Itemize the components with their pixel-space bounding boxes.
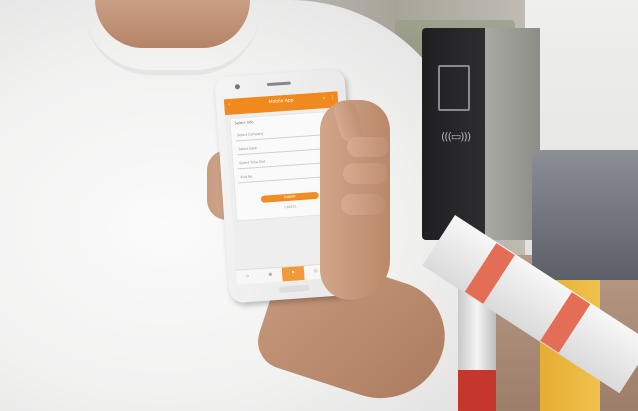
card-title: Select Info bbox=[234, 120, 254, 126]
home-button bbox=[279, 284, 310, 293]
submit-button[interactable]: SUBMIT bbox=[260, 191, 319, 203]
app-title: Mobile App bbox=[268, 98, 294, 106]
barrier-red-stripe bbox=[464, 243, 515, 304]
menu-icon[interactable]: ⋮ bbox=[330, 94, 336, 100]
barrier-post-red-band bbox=[458, 370, 496, 411]
tab-home[interactable]: ⌂ bbox=[236, 269, 260, 285]
search-icon[interactable]: ⌕ bbox=[323, 95, 329, 101]
field-label: Select Gate bbox=[238, 146, 257, 152]
cancel-link[interactable]: CANCEL bbox=[261, 203, 319, 211]
photo-scene: (((▭))) ‹ Mobile App ⌕ ⋮ Select Info Sel… bbox=[0, 0, 638, 411]
barrier-gate-housing bbox=[532, 150, 638, 280]
person-finger bbox=[347, 137, 389, 157]
barrier-red-stripe bbox=[540, 292, 591, 353]
field-label: Select Company bbox=[237, 131, 264, 138]
card-reader-window bbox=[438, 65, 470, 111]
tab-active[interactable]: ⚑ bbox=[281, 266, 305, 282]
camera-icon bbox=[234, 84, 241, 90]
earpiece bbox=[266, 81, 291, 87]
nfc-symbol-icon: (((▭))) bbox=[441, 130, 471, 143]
person-finger bbox=[343, 163, 388, 184]
field-label: Select Time Slot bbox=[239, 159, 266, 166]
field-label: Visit No. bbox=[240, 174, 254, 180]
person-finger bbox=[341, 194, 385, 215]
tab-list[interactable]: ▣ bbox=[259, 268, 283, 284]
